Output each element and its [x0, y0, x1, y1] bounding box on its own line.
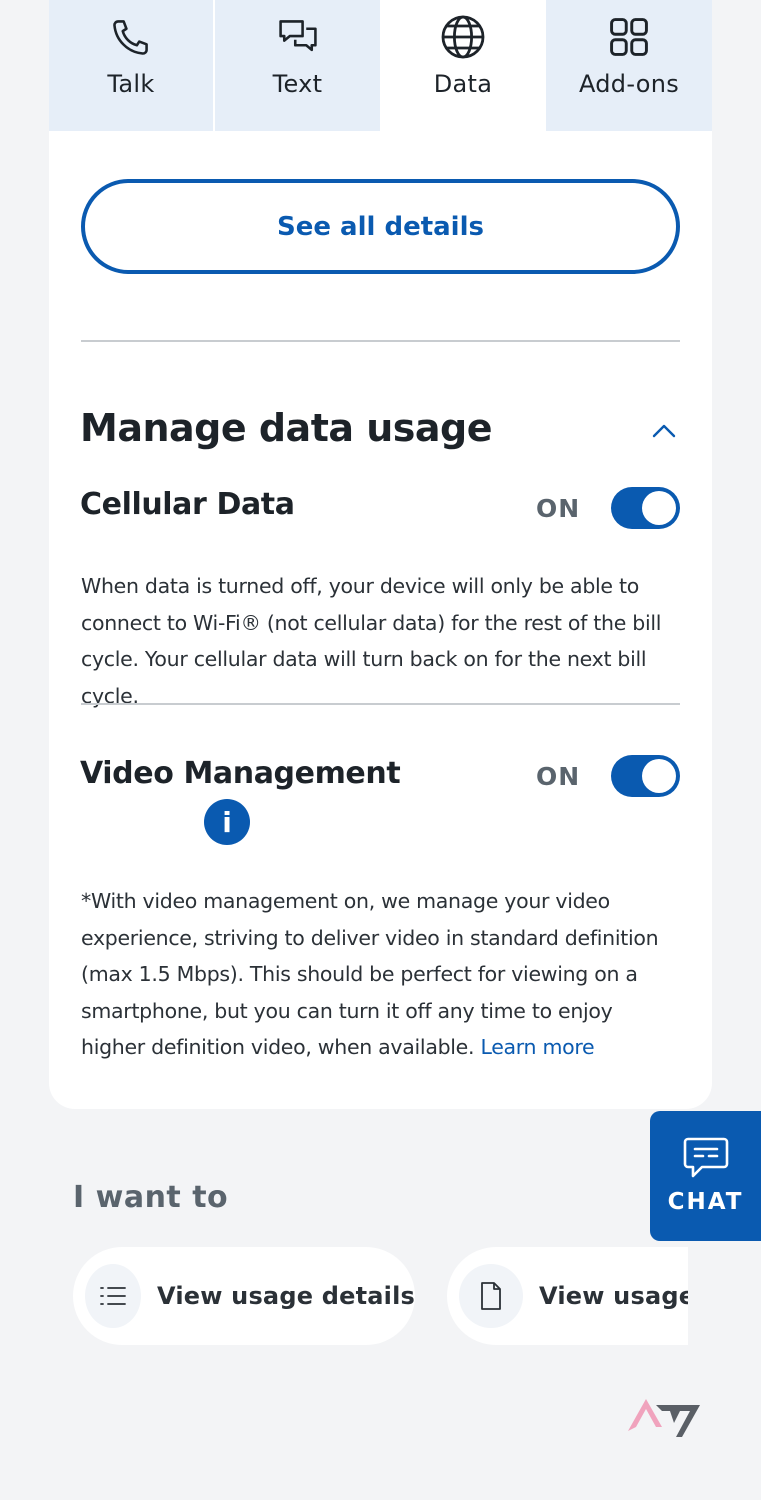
globe-icon — [439, 13, 487, 61]
grid-icon — [605, 13, 653, 61]
view-usage-report-button[interactable]: View usage r — [447, 1247, 688, 1345]
see-all-details-button[interactable]: See all details — [81, 179, 680, 274]
list-icon — [85, 1264, 141, 1328]
tab-label: Talk — [107, 70, 155, 98]
usage-tabs: Talk Text Data Add-ons — [49, 0, 712, 131]
divider — [81, 340, 680, 342]
watermark-logo-icon — [628, 1399, 700, 1437]
cellular-data-toggle[interactable] — [611, 487, 680, 529]
video-management-title: Video Management — [80, 756, 401, 791]
document-icon — [459, 1264, 523, 1328]
action-label: View usage details — [156, 1282, 415, 1310]
chat-label: CHAT — [667, 1189, 744, 1215]
quick-actions-carousel[interactable]: View usage details View usage r — [0, 1247, 688, 1347]
video-management-toggle[interactable] — [611, 755, 680, 797]
chat-button[interactable]: CHAT — [650, 1111, 761, 1241]
tab-data[interactable]: Data — [380, 0, 546, 131]
tab-text[interactable]: Text — [215, 0, 380, 131]
learn-more-link[interactable]: Learn more — [480, 1035, 594, 1059]
tab-talk[interactable]: Talk — [49, 0, 213, 131]
tab-add-ons[interactable]: Add-ons — [546, 0, 712, 131]
manage-data-usage-title: Manage data usage — [80, 406, 493, 450]
cellular-data-status: ON — [536, 494, 581, 523]
chat-icon — [683, 1137, 728, 1178]
tab-label: Add-ons — [578, 70, 680, 98]
cellular-data-description: When data is turned off, your device wil… — [81, 574, 662, 708]
i-want-to-title: I want to — [73, 1180, 229, 1215]
toggle-knob — [642, 759, 676, 793]
chat-bubbles-icon — [274, 13, 322, 61]
toggle-knob — [642, 491, 676, 525]
view-usage-details-button[interactable]: View usage details — [73, 1247, 415, 1345]
video-management-status: ON — [536, 762, 581, 791]
cellular-data-title: Cellular Data — [80, 487, 295, 522]
info-icon[interactable]: i — [204, 799, 250, 845]
video-management-description: *With video management on, we manage you… — [81, 883, 681, 1066]
tab-label: Text — [272, 70, 323, 98]
action-label: View usage r — [539, 1282, 688, 1310]
tab-label: Data — [433, 70, 493, 98]
divider — [81, 703, 680, 705]
video-description-text: *With video management on, we manage you… — [81, 889, 659, 1059]
phone-icon — [107, 13, 155, 61]
chevron-up-icon[interactable] — [648, 418, 680, 442]
